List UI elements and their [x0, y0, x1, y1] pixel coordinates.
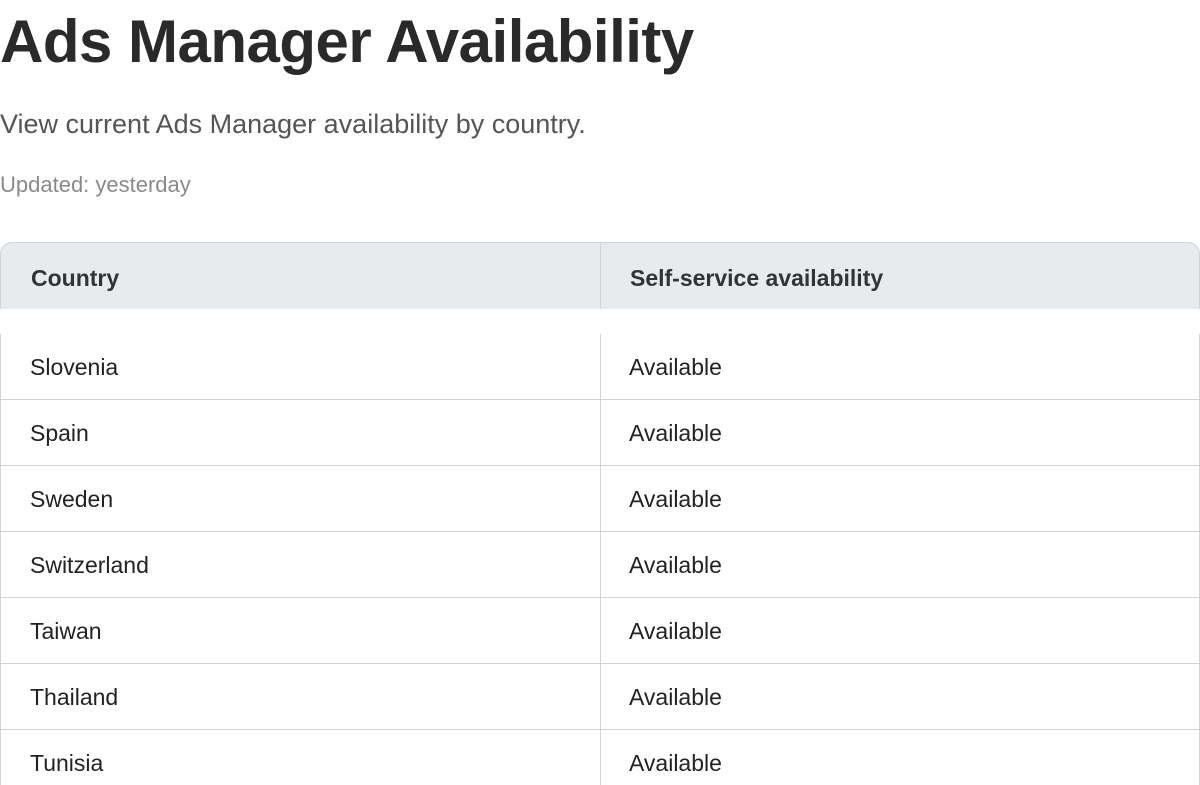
table-row: Sweden Available	[0, 466, 1200, 532]
column-header-availability[interactable]: Self-service availability	[630, 243, 883, 309]
availability-table: Country Self-service availability Sloven…	[0, 242, 1200, 785]
country-cell: Switzerland	[30, 552, 149, 578]
table-row: Spain Available	[0, 400, 1200, 466]
availability-cell: Available	[629, 486, 722, 512]
column-divider	[600, 400, 601, 466]
country-cell: Thailand	[30, 684, 119, 710]
availability-cell: Available	[629, 354, 722, 380]
page-title: Ads Manager Availability	[0, 8, 694, 75]
column-divider	[600, 334, 601, 400]
table-body: Slovenia Available Spain Available Swede…	[0, 334, 1200, 785]
table-row: Tunisia Available	[0, 730, 1200, 785]
availability-cell: Available	[629, 684, 722, 710]
table-row: Taiwan Available	[0, 598, 1200, 664]
country-cell: Sweden	[30, 486, 114, 512]
column-divider	[600, 466, 601, 532]
column-divider	[600, 664, 601, 730]
country-cell: Spain	[30, 420, 89, 446]
updated-timestamp: Updated: yesterday	[0, 172, 191, 197]
table-row: Slovenia Available	[0, 334, 1200, 400]
table-row: Thailand Available	[0, 664, 1200, 730]
availability-cell: Available	[629, 420, 722, 446]
country-cell: Taiwan	[30, 618, 102, 644]
country-cell: Slovenia	[30, 354, 119, 380]
header-gap	[0, 309, 1200, 334]
availability-cell: Available	[629, 750, 722, 776]
column-divider	[600, 598, 601, 664]
column-divider	[600, 730, 601, 785]
table-row: Switzerland Available	[0, 532, 1200, 598]
header-column-divider	[600, 242, 601, 314]
availability-cell: Available	[629, 552, 722, 578]
column-header-country[interactable]: Country	[31, 243, 119, 309]
column-divider	[600, 532, 601, 598]
country-cell: Tunisia	[30, 750, 104, 776]
availability-cell: Available	[629, 618, 722, 644]
page-subtitle: View current Ads Manager availability by…	[0, 109, 586, 139]
